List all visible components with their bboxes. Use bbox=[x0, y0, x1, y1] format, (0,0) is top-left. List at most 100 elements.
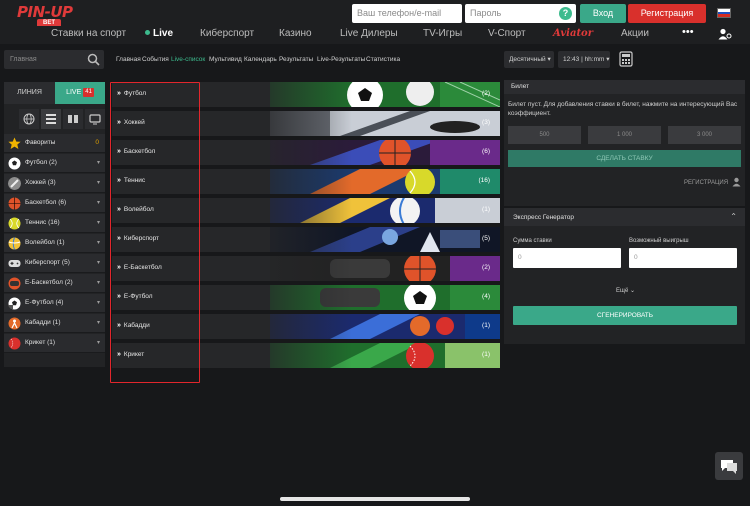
crumb-calendar[interactable]: Календарь bbox=[244, 56, 277, 63]
event-row-tennis[interactable]: » Теннис (16) bbox=[112, 169, 500, 194]
crumb-live-list[interactable]: Live-список bbox=[171, 56, 205, 63]
crumb-events[interactable]: События bbox=[142, 56, 169, 63]
search-icon[interactable] bbox=[87, 53, 100, 66]
event-row-cricket[interactable]: » Крикет (1) bbox=[112, 343, 500, 368]
banner-fade bbox=[242, 169, 352, 194]
event-row-label: » Баскетбол bbox=[117, 148, 156, 155]
grid-icon bbox=[68, 115, 78, 123]
event-count: (16) bbox=[478, 177, 490, 184]
tab-line[interactable]: ЛИНИЯ bbox=[4, 82, 55, 104]
search-input[interactable]: Главная bbox=[4, 50, 104, 69]
chevron-down-icon: ▾ bbox=[96, 160, 100, 166]
nav-tv-games[interactable]: TV-Игры bbox=[423, 28, 462, 39]
nav-aviator[interactable]: Aviator bbox=[553, 28, 593, 39]
nav-live-dealers[interactable]: Live Дилеры bbox=[340, 28, 398, 39]
nav-live[interactable]: Live bbox=[145, 28, 173, 39]
event-row-ebasketball[interactable]: » E-Баскетбол (2) bbox=[112, 256, 500, 281]
show-more-toggle[interactable]: Ещё ⌄ bbox=[616, 287, 635, 294]
event-row-esports[interactable]: » Киберспорт (5) bbox=[112, 227, 500, 252]
stake-amount-input[interactable]: 0 bbox=[513, 248, 621, 268]
event-row-basketball[interactable]: » Баскетбол (6) bbox=[112, 140, 500, 165]
event-row-label: » Крикет bbox=[117, 351, 145, 358]
chevron-up-icon[interactable]: ⌃ bbox=[730, 212, 737, 221]
more-menu-icon[interactable]: ••• bbox=[682, 26, 694, 38]
view-switcher bbox=[4, 109, 105, 129]
event-row-hockey[interactable]: » Хоккей (3) bbox=[112, 111, 500, 136]
sidebar-item-label: Волейбол (1) bbox=[25, 239, 65, 246]
sidebar-item-favorites[interactable]: Фавориты 0 bbox=[4, 134, 105, 153]
sidebar-item-esports[interactable]: Киберспорт (5) ▾ bbox=[4, 254, 105, 273]
crumb-home[interactable]: Главная bbox=[116, 56, 141, 63]
sidebar-item-efootball[interactable]: E-Футбол (4) ▾ bbox=[4, 294, 105, 313]
password-input[interactable]: Пароль ? bbox=[465, 4, 576, 23]
sidebar-item-label: Баскетбол (6) bbox=[25, 199, 67, 206]
banner-fade bbox=[242, 227, 352, 252]
list-view-button[interactable] bbox=[41, 109, 61, 129]
phone-email-input[interactable]: Ваш телефон/e-mail bbox=[352, 4, 462, 23]
globe-icon bbox=[23, 113, 35, 125]
user-plus-icon[interactable] bbox=[732, 177, 741, 187]
sidebar-item-ebasketball[interactable]: E-Баскетбол (2) ▾ bbox=[4, 274, 105, 293]
sidebar-item-hockey[interactable]: Хоккей (3) ▾ bbox=[4, 174, 105, 193]
crumb-live-results[interactable]: Live-Результаты bbox=[317, 56, 365, 63]
sidebar-item-cricket[interactable]: Крикет (1) ▾ bbox=[4, 334, 105, 353]
crumb-multiview[interactable]: Мультивид bbox=[209, 56, 242, 63]
nav-sports[interactable]: Ставки на спорт bbox=[51, 28, 126, 39]
event-row-football[interactable]: » Футбол (2) bbox=[112, 82, 500, 107]
event-name: Кабадди bbox=[123, 322, 150, 329]
event-name: Крикет bbox=[123, 351, 145, 358]
sidebar-item-basketball[interactable]: Баскетбол (6) ▾ bbox=[4, 194, 105, 213]
sidebar-item-tennis[interactable]: Теннис (16) ▾ bbox=[4, 214, 105, 233]
russian-flag-icon[interactable] bbox=[717, 8, 731, 18]
odds-format-select[interactable]: Десятичный ▾ bbox=[504, 51, 554, 68]
event-name: Футбол bbox=[123, 90, 147, 97]
sidebar-item-volleyball[interactable]: Волейбол (1) ▾ bbox=[4, 234, 105, 253]
sidebar-item-football[interactable]: Футбол (2) ▾ bbox=[4, 154, 105, 173]
register-link[interactable]: РЕГИСТРАЦИЯ bbox=[684, 180, 728, 186]
bet-slip-title: Билет bbox=[504, 80, 745, 94]
quick-stake-500[interactable]: 500 bbox=[508, 126, 581, 144]
sidebar-item-label: Теннис (16) bbox=[25, 219, 60, 226]
generate-button[interactable]: СГЕНЕРИРОВАТЬ bbox=[513, 306, 737, 325]
sidebar-item-kabaddi[interactable]: Кабадди (1) ▾ bbox=[4, 314, 105, 333]
calculator-icon[interactable] bbox=[619, 51, 633, 67]
event-row-kabaddi[interactable]: » Кабадди (1) bbox=[112, 314, 500, 339]
user-settings-icon[interactable] bbox=[718, 28, 732, 40]
tv-view-button[interactable] bbox=[85, 109, 105, 129]
quick-stake-1000[interactable]: 1 000 bbox=[588, 126, 661, 144]
live-count-badge: 41 bbox=[83, 88, 94, 97]
chevron-down-icon: ▾ bbox=[96, 300, 100, 306]
crumb-statistics[interactable]: Статистика bbox=[366, 56, 400, 63]
tv-icon bbox=[89, 114, 101, 125]
event-name: Киберспорт bbox=[123, 235, 160, 242]
hockey-icon bbox=[8, 177, 21, 190]
event-row-label: » Киберспорт bbox=[117, 235, 160, 242]
nav-casino[interactable]: Казино bbox=[279, 28, 312, 39]
globe-view-button[interactable] bbox=[19, 109, 39, 129]
time-format-value: 12:43 | hh:mm bbox=[563, 56, 605, 63]
chat-button[interactable] bbox=[715, 452, 743, 480]
place-bet-button[interactable]: СДЕЛАТЬ СТАВКУ bbox=[508, 150, 741, 167]
event-row-label: » E-Футбол bbox=[117, 293, 153, 300]
login-button[interactable]: Вход bbox=[580, 4, 626, 23]
register-button[interactable]: Регистрация bbox=[628, 4, 706, 23]
quick-stake-3000[interactable]: 3 000 bbox=[668, 126, 741, 144]
nav-vsport[interactable]: V-Спорт bbox=[488, 28, 526, 39]
nav-esports[interactable]: Киберспорт bbox=[200, 28, 254, 39]
event-name: Теннис bbox=[123, 177, 146, 184]
tab-live[interactable]: LIVE 41 bbox=[55, 82, 105, 104]
nav-promo[interactable]: Акции bbox=[621, 28, 649, 39]
event-row-label: » Теннис bbox=[117, 177, 146, 184]
banner-fade bbox=[242, 285, 352, 310]
help-icon[interactable]: ? bbox=[559, 7, 572, 20]
possible-win-input[interactable]: 0 bbox=[629, 248, 737, 268]
home-indicator[interactable] bbox=[280, 497, 470, 501]
grid-view-button[interactable] bbox=[63, 109, 83, 129]
event-name: Хоккей bbox=[123, 119, 145, 126]
event-row-volleyball[interactable]: » Волейбол (1) bbox=[112, 198, 500, 223]
event-count: (1) bbox=[482, 351, 490, 358]
event-row-efootball[interactable]: » E-Футбол (4) bbox=[112, 285, 500, 310]
crumb-results[interactable]: Результаты bbox=[279, 56, 313, 63]
time-format-select[interactable]: 12:43 | hh:mm ▾ bbox=[558, 51, 610, 68]
chevron-down-icon: ▾ bbox=[96, 220, 100, 226]
